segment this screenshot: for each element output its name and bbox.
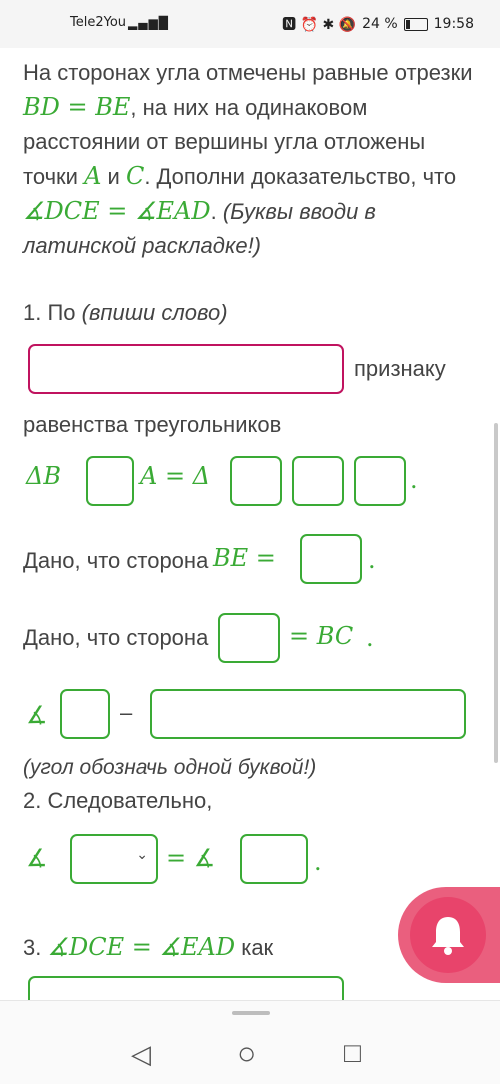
bell-icon [410, 897, 486, 973]
system-icons: 🅽 ⏰ ✱ 🔕 [282, 17, 357, 33]
battery-icon [403, 17, 428, 31]
statement-text: . Дополни доказательство, что [144, 164, 457, 189]
equals-bc: = BC [289, 622, 354, 650]
criterion-suffix: признаку [354, 356, 446, 381]
criterion-word-input[interactable] [28, 344, 344, 394]
chevron-down-icon: ⌄ [136, 846, 148, 862]
angle-select[interactable]: ⌄ [70, 834, 158, 884]
clock: 19:58 [433, 16, 474, 32]
status-bar: Tele2You ▂▄▆█ 🅽 ⏰ ✱ 🔕 24 % 19:58 [0, 0, 500, 48]
equal-angle-input[interactable] [240, 834, 308, 884]
step1-hint: (впиши слово) [81, 300, 228, 325]
angle-hint: (угол обозначь одной буквой!) [23, 756, 317, 779]
carrier-name: Tele2You [70, 15, 127, 30]
scrollbar[interactable] [494, 423, 498, 763]
angle-letter-input[interactable] [60, 689, 110, 739]
task-content: На сторонах угла отмечены равные отрезки… [0, 48, 500, 1000]
angle-icon: ∡ [26, 701, 48, 729]
drag-handle[interactable] [232, 1011, 270, 1015]
step1-label: 1. По (впиши слово) [23, 300, 228, 326]
status-icons: 🅽 ⏰ ✱ 🔕 24 % 19:58 [282, 14, 474, 34]
notifications-button[interactable] [398, 887, 500, 983]
battery-percent: 24 % [362, 16, 398, 32]
equals-angle: = ∡ [166, 844, 216, 872]
triangle2-letter3-input[interactable] [354, 456, 406, 506]
reason-input[interactable] [28, 976, 344, 1000]
statement-text: и [101, 164, 126, 189]
angle-reason-input[interactable] [150, 689, 466, 739]
step1-number: 1. По [23, 300, 82, 325]
period: . [368, 546, 376, 574]
given-side-be-text: Дано, что сторона [23, 548, 209, 573]
point-c: C [125, 162, 145, 190]
statement-text: На сторонах угла отмечены равные отрезки [23, 60, 473, 85]
angle-equality: ∡DCE = ∡EAD [23, 197, 211, 225]
be-equals: BE = [213, 544, 276, 572]
triangle-left-label: ΔB [26, 462, 61, 490]
side-input[interactable] [218, 613, 280, 663]
step3-number: 3. [23, 935, 48, 960]
triangle2-letter1-input[interactable] [230, 456, 282, 506]
home-button[interactable]: ○ [237, 1035, 256, 1072]
step3-as: как [235, 935, 274, 960]
triangle1-letter-input[interactable] [86, 456, 134, 506]
task-statement: На сторонах угла отмечены равные отрезки… [23, 56, 485, 263]
angle-icon: ∡ [26, 844, 48, 872]
dash: – [120, 700, 133, 725]
side-be-input[interactable] [300, 534, 362, 584]
criterion-line2: равенства треугольников [23, 412, 282, 437]
point-a: A [84, 162, 102, 190]
triangle-mid-label: A = Δ [140, 462, 211, 490]
step2-label: 2. Следовательно, [23, 788, 213, 813]
signal-icon: ▂▄▆█ [128, 16, 169, 30]
period: . [314, 848, 322, 876]
recents-button[interactable]: □ [344, 1037, 361, 1069]
period: . [366, 624, 374, 652]
step3-angle-equality: ∡DCE = ∡EAD [47, 933, 236, 961]
equation-bd-be: BD = BE [23, 93, 131, 121]
given-side-text: Дано, что сторона [23, 625, 209, 650]
triangle2-letter2-input[interactable] [292, 456, 344, 506]
system-navigation-bar: ◁ ○ □ [0, 1000, 500, 1084]
back-button[interactable]: ◁ [131, 1039, 151, 1070]
step3-label: 3. ∡DCE = ∡EAD как [23, 933, 273, 961]
period: . [410, 466, 418, 494]
statement-text: . [210, 199, 223, 224]
